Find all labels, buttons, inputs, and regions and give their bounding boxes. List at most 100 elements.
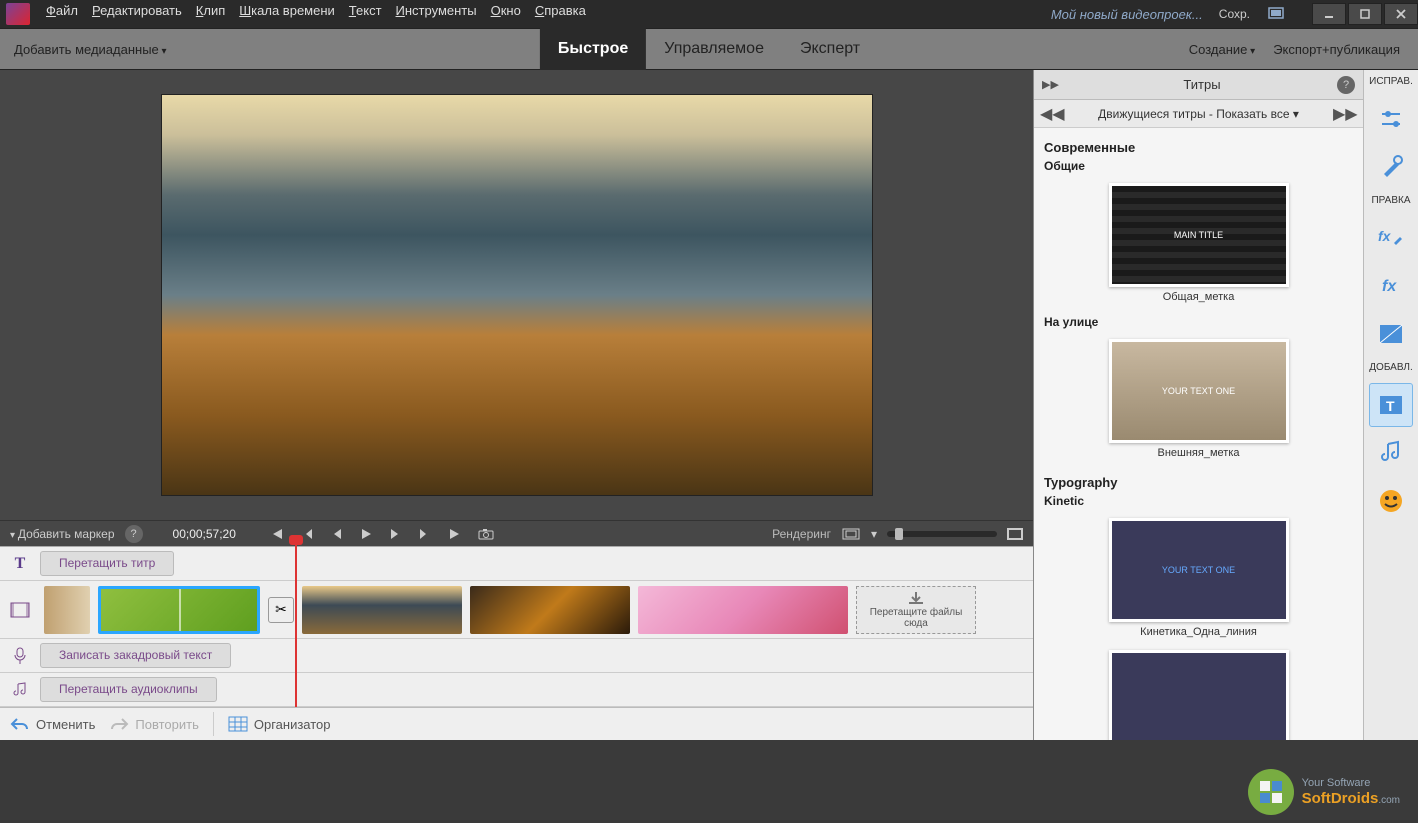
zoom-slider[interactable] (887, 531, 997, 537)
clip-2-selected[interactable] (98, 586, 260, 634)
drag-audio-pill[interactable]: Перетащить аудиоклипы (40, 677, 217, 701)
title-card-general[interactable]: MAIN TITLE Общая_метка (1109, 183, 1289, 311)
tab-guided[interactable]: Управляемое (646, 28, 782, 70)
add-media-dropdown[interactable]: Добавить медиаданные (0, 42, 181, 57)
clip-3[interactable] (302, 586, 462, 634)
export-publish-button[interactable]: Экспорт+публикация (1273, 42, 1400, 57)
svg-text:fx: fx (1382, 278, 1397, 295)
title-thumb-4 (1109, 650, 1289, 740)
next-clip-icon[interactable] (416, 524, 436, 544)
title-thumb-1: MAIN TITLE (1109, 183, 1289, 287)
watermark-suffix: .com (1378, 795, 1400, 806)
adjust-icon[interactable] (1369, 97, 1413, 141)
timecode[interactable]: 00;00;57;20 (173, 527, 236, 541)
title-name-2: Внешняя_метка (1109, 443, 1289, 467)
tools-icon[interactable] (1369, 145, 1413, 189)
watermark-logo (1248, 769, 1294, 815)
playhead[interactable] (295, 541, 297, 707)
mode-bar: Добавить медиаданные Быстрое Управляемое… (0, 28, 1418, 70)
fullscreen-icon[interactable] (1007, 528, 1023, 540)
panel-collapse-icon[interactable]: ▶▶ (1042, 78, 1059, 91)
menu-window[interactable]: Окно (491, 3, 521, 18)
add-marker-button[interactable]: Добавить маркер (10, 527, 115, 541)
panel-body[interactable]: Современные Общие MAIN TITLE Общая_метка… (1034, 128, 1363, 740)
rail-fix-label: ИСПРАВ. (1369, 74, 1413, 93)
menu-edit[interactable]: Редактировать (92, 3, 182, 18)
clip-1[interactable] (44, 586, 90, 634)
title-name-1: Общая_метка (1109, 287, 1289, 311)
panel-nav-back[interactable]: ◀◀ (1040, 104, 1064, 124)
dropzone-label: Перетащите файлы сюда (857, 607, 975, 629)
title-card-extra[interactable] (1109, 650, 1289, 740)
snapshot-icon[interactable] (476, 524, 496, 544)
watermark: Your Software SoftDroids.com (1248, 769, 1400, 815)
category-typography: Typography (1034, 469, 1363, 492)
undo-label: Отменить (36, 717, 95, 732)
title-card-outdoor[interactable]: YOUR TEXT ONE Внешняя_метка (1109, 339, 1289, 467)
step-forward-icon[interactable] (386, 524, 406, 544)
window-maximize-button[interactable] (1348, 3, 1382, 25)
goto-end-icon[interactable] (446, 524, 466, 544)
redo-icon (109, 716, 129, 732)
save-label[interactable]: Сохр. (1219, 7, 1250, 21)
separator (213, 712, 214, 736)
subcategory-general: Общие (1034, 157, 1363, 179)
menu-tools[interactable]: Инструменты (396, 3, 477, 18)
zoom-dropdown-icon[interactable]: ▾ (871, 527, 877, 541)
titles-tool-icon[interactable]: T (1369, 383, 1413, 427)
create-dropdown[interactable]: Создание (1189, 42, 1255, 57)
fx-icon[interactable]: fx (1369, 264, 1413, 308)
title-thumb-3: YOUR TEXT ONE (1109, 518, 1289, 622)
video-preview[interactable] (162, 95, 872, 495)
menu-clip[interactable]: Клип (196, 3, 225, 18)
panel-nav-forward[interactable]: ▶▶ (1333, 104, 1357, 124)
scissors-icon[interactable]: ✂ (268, 597, 294, 623)
organizer-button[interactable]: Организатор (228, 716, 331, 732)
organizer-label: Организатор (254, 717, 331, 732)
category-modern: Современные (1034, 134, 1363, 157)
step-back-icon[interactable] (326, 524, 346, 544)
window-minimize-button[interactable] (1312, 3, 1346, 25)
project-title: Мой новый видеопроек... (1051, 7, 1203, 22)
watermark-brand1: Soft (1302, 790, 1331, 807)
window-close-button[interactable] (1384, 3, 1418, 25)
mic-icon (0, 647, 40, 665)
safe-margins-icon[interactable] (841, 524, 861, 544)
drag-title-pill[interactable]: Перетащить титр (40, 551, 174, 575)
graphics-tool-icon[interactable] (1369, 479, 1413, 523)
clip-4[interactable] (470, 586, 630, 634)
bottom-bar: Отменить Повторить Организатор (0, 707, 1033, 740)
tab-quick[interactable]: Быстрое (540, 28, 646, 70)
timeline: T Перетащить титр ✂ Перетащите файлы с (0, 546, 1033, 707)
menu-timeline[interactable]: Шкала времени (239, 3, 335, 18)
preview-area (0, 70, 1033, 520)
svg-text:T: T (1386, 398, 1395, 414)
redo-button[interactable]: Повторить (109, 716, 198, 732)
panel-subtitle[interactable]: Движущиеся титры - Показать все ▾ (1064, 107, 1333, 121)
fx-edit-icon[interactable]: fx (1369, 216, 1413, 260)
goto-start-icon[interactable] (266, 524, 286, 544)
menu-file[interactable]: Файл (46, 3, 78, 18)
play-icon[interactable] (356, 524, 376, 544)
transport-bar: Добавить маркер ? 00;00;57;20 Рендеринг … (0, 520, 1033, 546)
video-track-icon (0, 602, 40, 618)
record-voice-pill[interactable]: Записать закадровый текст (40, 643, 231, 667)
title-track-icon: T (0, 555, 40, 573)
music-note-icon (0, 682, 40, 698)
dropzone[interactable]: Перетащите файлы сюда (856, 586, 976, 634)
panel-help-icon[interactable]: ? (1337, 76, 1355, 94)
app-logo (6, 3, 30, 25)
menu-text[interactable]: Текст (349, 3, 382, 18)
clip-5[interactable] (638, 586, 848, 634)
transitions-icon[interactable] (1369, 312, 1413, 356)
help-icon[interactable]: ? (125, 525, 143, 543)
music-tool-icon[interactable] (1369, 431, 1413, 475)
display-icon[interactable] (1266, 4, 1286, 24)
watermark-tag: Your Software (1302, 777, 1400, 790)
undo-button[interactable]: Отменить (10, 716, 95, 732)
title-card-kinetic[interactable]: YOUR TEXT ONE Кинетика_Одна_линия (1109, 518, 1289, 646)
menu-help[interactable]: Справка (535, 3, 586, 18)
title-name-3: Кинетика_Одна_линия (1109, 622, 1289, 646)
rendering-label[interactable]: Рендеринг (772, 527, 831, 541)
tab-expert[interactable]: Эксперт (782, 28, 878, 70)
